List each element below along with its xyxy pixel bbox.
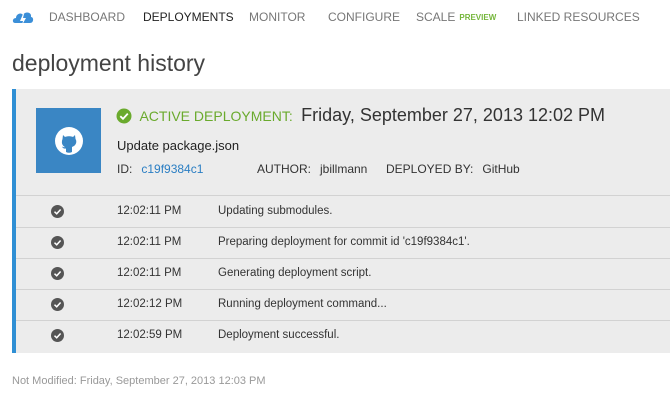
commit-id-link[interactable]: c19f9384c1: [141, 162, 203, 176]
commit-message: Update package.json: [117, 138, 240, 153]
complete-check-icon: [51, 298, 64, 311]
deployment-author: AUTHOR: jbillmann: [257, 162, 367, 176]
nav-dashboard[interactable]: DASHBOARD: [49, 10, 125, 24]
nav-deployments[interactable]: DEPLOYMENTS: [143, 10, 234, 24]
nav-linked-resources[interactable]: LINKED RESOURCES: [517, 10, 640, 24]
deployment-panel: ACTIVE DEPLOYMENT: Friday, September 27,…: [12, 89, 670, 353]
log-time: 12:02:11 PM: [117, 267, 182, 279]
log-row[interactable]: 12:02:11 PM Generating deployment script…: [16, 259, 670, 290]
deployed-by: DEPLOYED BY: GitHub: [386, 162, 520, 176]
complete-check-icon: [51, 236, 64, 249]
author-value: jbillmann: [320, 162, 368, 176]
not-modified-footer: Not Modified: Friday, September 27, 2013…: [12, 375, 266, 387]
nav-scale-label: SCALE: [416, 10, 456, 24]
author-label: AUTHOR:: [257, 162, 311, 176]
log-message: Updating submodules.: [218, 205, 333, 217]
log-message: Preparing deployment for commit id 'c19f…: [218, 236, 470, 248]
log-message: Running deployment command...: [218, 298, 387, 310]
complete-check-icon: [51, 205, 64, 218]
complete-check-icon: [51, 329, 64, 342]
top-nav: DASHBOARD DEPLOYMENTS MONITOR CONFIGURE …: [0, 0, 670, 34]
log-message: Generating deployment script.: [218, 267, 372, 279]
page-title: deployment history: [12, 50, 206, 76]
log-time: 12:02:11 PM: [117, 205, 182, 217]
azure-cloud-icon[interactable]: [12, 9, 34, 25]
nav-monitor[interactable]: MONITOR: [249, 10, 305, 24]
log-time: 12:02:12 PM: [117, 298, 183, 310]
nav-configure[interactable]: CONFIGURE: [328, 10, 400, 24]
preview-badge: PREVIEW: [459, 13, 497, 22]
active-deployment-row: ACTIVE DEPLOYMENT: Friday, September 27,…: [116, 105, 605, 126]
log-row[interactable]: 12:02:59 PM Deployment successful.: [16, 321, 670, 351]
deployment-id: ID: c19f9384c1: [117, 162, 203, 176]
log-time: 12:02:11 PM: [117, 236, 182, 248]
log-row[interactable]: 12:02:11 PM Preparing deployment for com…: [16, 228, 670, 259]
complete-check-icon: [51, 267, 64, 280]
active-deployment-label: ACTIVE DEPLOYMENT:: [139, 108, 293, 124]
avatar: [36, 108, 101, 173]
log-time: 12:02:59 PM: [117, 329, 183, 341]
id-label: ID:: [117, 162, 133, 176]
github-octocat-icon: [54, 126, 83, 155]
log-row[interactable]: 12:02:11 PM Updating submodules.: [16, 197, 670, 228]
deployment-header: ACTIVE DEPLOYMENT: Friday, September 27,…: [16, 89, 670, 196]
log-message: Deployment successful.: [218, 329, 340, 341]
deployed-by-label: DEPLOYED BY:: [386, 162, 474, 176]
success-check-icon: [116, 108, 132, 124]
deployment-date: Friday, September 27, 2013 12:02 PM: [301, 105, 606, 125]
log-row[interactable]: 12:02:12 PM Running deployment command..…: [16, 290, 670, 321]
nav-scale[interactable]: SCALE PREVIEW: [416, 10, 496, 24]
deployed-by-value: GitHub: [482, 162, 520, 176]
